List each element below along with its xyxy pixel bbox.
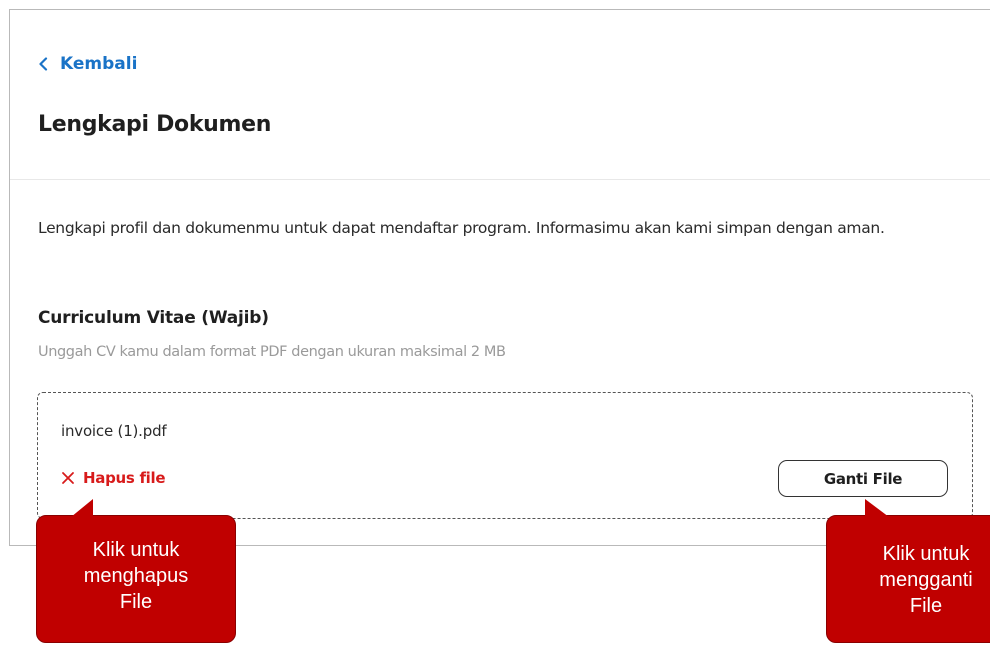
replace-callout: Klik untuk mengganti File <box>826 499 990 643</box>
callout-line: mengganti <box>879 569 973 591</box>
callout-line: File <box>119 591 153 613</box>
callout-line: File <box>909 595 943 617</box>
cv-upload-dropzone[interactable]: invoice (1).pdf Hapus file Ganti File <box>37 392 973 519</box>
callout-line: Klik untuk <box>92 539 180 561</box>
header-divider <box>10 179 990 180</box>
delete-file-button[interactable]: Hapus file <box>61 468 166 488</box>
close-icon <box>61 471 75 485</box>
chevron-left-icon <box>38 57 48 71</box>
callout-line: menghapus <box>83 565 189 587</box>
page-title: Lengkapi Dokumen <box>38 112 272 137</box>
cv-section-title: Curriculum Vitae (Wajib) <box>38 308 269 328</box>
callout-pointer <box>865 499 889 517</box>
cv-section-hint: Unggah CV kamu dalam format PDF dengan u… <box>38 344 506 360</box>
delete-callout: Klik untuk menghapus File <box>36 499 236 643</box>
back-link-label: Kembali <box>60 54 138 74</box>
delete-file-label: Hapus file <box>83 469 166 487</box>
callout-pointer <box>71 499 93 517</box>
replace-file-button[interactable]: Ganti File <box>778 460 948 497</box>
back-link[interactable]: Kembali <box>38 53 137 75</box>
intro-text: Lengkapi profil dan dokumenmu untuk dapa… <box>38 219 885 237</box>
uploaded-file-name: invoice (1).pdf <box>61 422 167 440</box>
callout-line: Klik untuk <box>882 543 970 565</box>
